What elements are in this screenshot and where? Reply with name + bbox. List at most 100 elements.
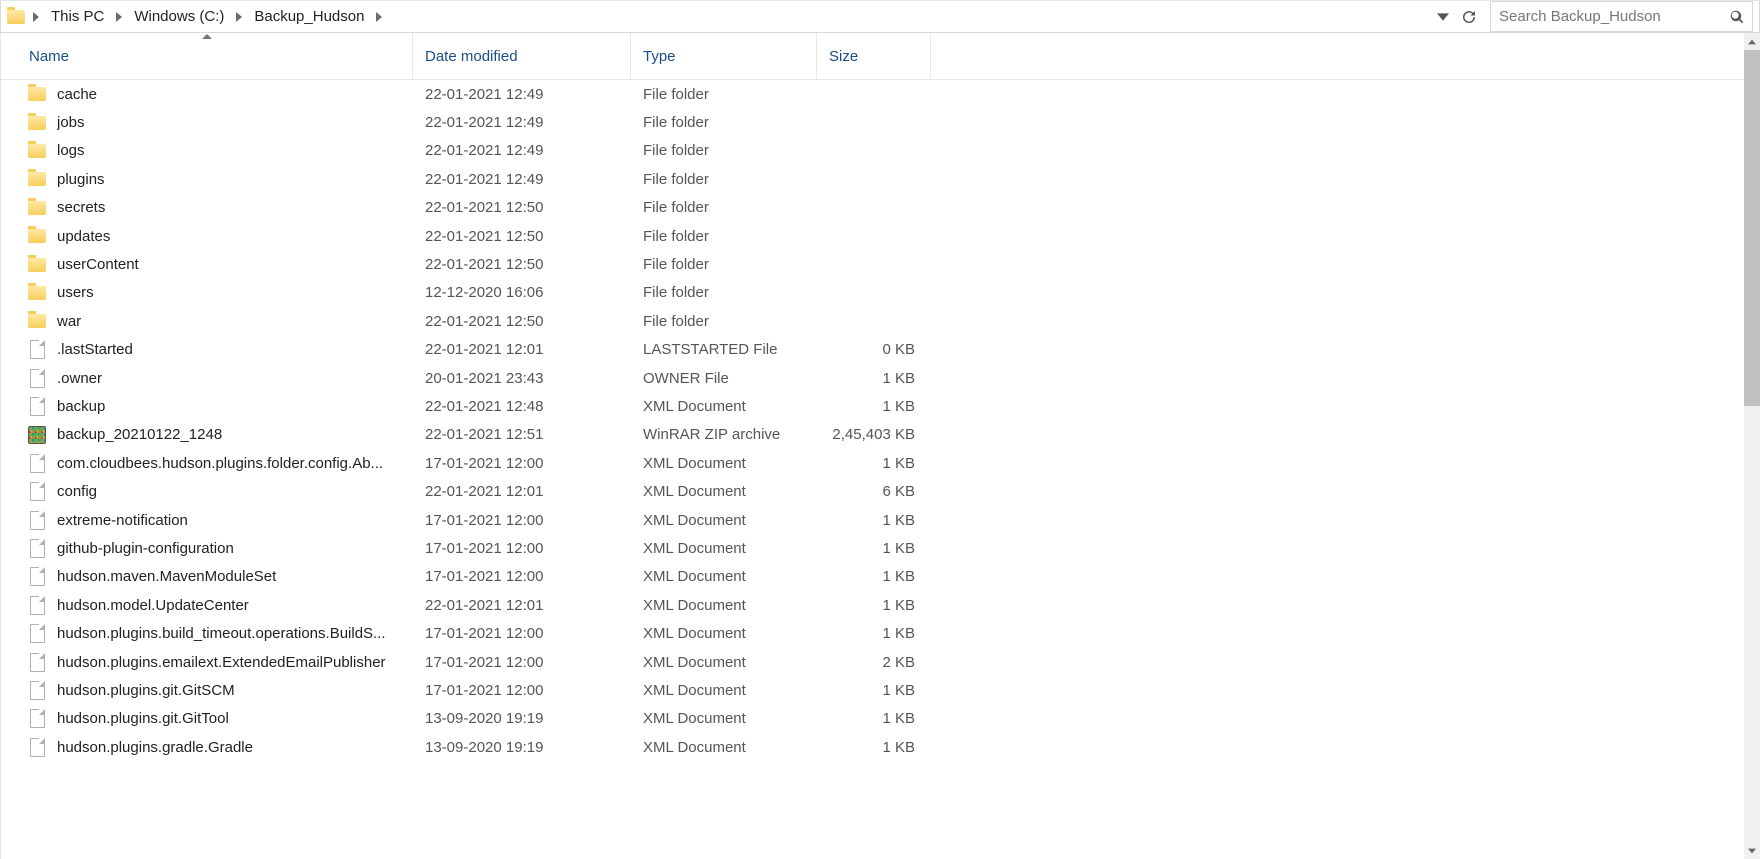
breadcrumb[interactable]: This PC Windows (C:) Backup_Hudson <box>1 1 1430 32</box>
file-date: 22-01-2021 12:49 <box>413 86 631 103</box>
file-type: File folder <box>631 86 817 103</box>
column-header-size[interactable]: Size <box>817 33 931 79</box>
file-type: File folder <box>631 114 817 131</box>
file-icon <box>27 567 47 587</box>
table-row[interactable]: backup_20210122_124822-01-2021 12:51WinR… <box>1 421 1744 449</box>
folder-icon <box>27 226 47 246</box>
file-type: XML Document <box>631 654 817 671</box>
search-placeholder: Search Backup_Hudson <box>1499 8 1730 25</box>
file-name: logs <box>57 142 85 159</box>
chevron-right-icon[interactable] <box>370 1 388 32</box>
file-size: 1 KB <box>817 597 931 614</box>
table-row[interactable]: hudson.plugins.git.GitSCM17-01-2021 12:0… <box>1 676 1744 704</box>
file-size: 1 KB <box>817 455 931 472</box>
file-date: 22-01-2021 12:01 <box>413 597 631 614</box>
file-name: secrets <box>57 199 105 216</box>
file-name: hudson.model.UpdateCenter <box>57 597 249 614</box>
scroll-down-button[interactable] <box>1744 842 1760 859</box>
chevron-right-icon[interactable] <box>230 1 248 32</box>
table-row[interactable]: cache22-01-2021 12:49File folder <box>1 80 1744 108</box>
file-type: XML Document <box>631 540 817 557</box>
file-type: XML Document <box>631 625 817 642</box>
vertical-scrollbar[interactable] <box>1744 33 1760 859</box>
file-size: 1 KB <box>817 625 931 642</box>
file-name: extreme-notification <box>57 512 188 529</box>
file-name: users <box>57 284 94 301</box>
column-header-date[interactable]: Date modified <box>413 33 631 79</box>
table-row[interactable]: hudson.plugins.emailext.ExtendedEmailPub… <box>1 648 1744 676</box>
chevron-right-icon[interactable] <box>110 1 128 32</box>
table-row[interactable]: com.cloudbees.hudson.plugins.folder.conf… <box>1 449 1744 477</box>
file-type: XML Document <box>631 739 817 756</box>
file-type: XML Document <box>631 483 817 500</box>
table-row[interactable]: .lastStarted22-01-2021 12:01LASTSTARTED … <box>1 336 1744 364</box>
table-row[interactable]: config22-01-2021 12:01XML Document6 KB <box>1 477 1744 505</box>
scroll-track[interactable] <box>1744 50 1760 842</box>
file-name: backup <box>57 398 105 415</box>
folder-icon <box>5 10 27 24</box>
folder-icon <box>27 84 47 104</box>
column-headers: Name Date modified Type Size <box>1 33 1744 80</box>
table-row[interactable]: .owner20-01-2021 23:43OWNER File1 KB <box>1 364 1744 392</box>
table-row[interactable]: github-plugin-configuration17-01-2021 12… <box>1 534 1744 562</box>
file-type: XML Document <box>631 512 817 529</box>
column-header-type[interactable]: Type <box>631 33 817 79</box>
file-icon <box>27 709 47 729</box>
file-type: File folder <box>631 313 817 330</box>
file-date: 17-01-2021 12:00 <box>413 512 631 529</box>
file-date: 17-01-2021 12:00 <box>413 682 631 699</box>
search-icon <box>1730 10 1744 24</box>
file-type: XML Document <box>631 568 817 585</box>
folder-icon <box>27 311 47 331</box>
file-date: 22-01-2021 12:49 <box>413 114 631 131</box>
file-icon <box>27 340 47 360</box>
table-row[interactable]: secrets22-01-2021 12:50File folder <box>1 194 1744 222</box>
table-row[interactable]: hudson.maven.MavenModuleSet17-01-2021 12… <box>1 563 1744 591</box>
scroll-thumb[interactable] <box>1744 50 1760 406</box>
file-icon <box>27 510 47 530</box>
history-dropdown-button[interactable] <box>1430 1 1456 32</box>
file-size: 1 KB <box>817 512 931 529</box>
folder-icon <box>27 255 47 275</box>
file-name: hudson.plugins.gradle.Gradle <box>57 739 253 756</box>
refresh-button[interactable] <box>1456 1 1482 32</box>
table-row[interactable]: userContent22-01-2021 12:50File folder <box>1 250 1744 278</box>
file-icon <box>27 737 47 757</box>
file-size: 1 KB <box>817 710 931 727</box>
scroll-up-button[interactable] <box>1744 33 1760 50</box>
table-row[interactable]: users12-12-2020 16:06File folder <box>1 279 1744 307</box>
file-date: 22-01-2021 12:01 <box>413 483 631 500</box>
column-header-name[interactable]: Name <box>1 33 413 79</box>
file-icon <box>27 453 47 473</box>
breadcrumb-item[interactable]: This PC <box>45 1 110 32</box>
table-row[interactable]: war22-01-2021 12:50File folder <box>1 307 1744 335</box>
table-row[interactable]: jobs22-01-2021 12:49File folder <box>1 108 1744 136</box>
folder-icon <box>27 141 47 161</box>
folder-icon <box>27 283 47 303</box>
file-date: 22-01-2021 12:48 <box>413 398 631 415</box>
table-row[interactable]: hudson.plugins.git.GitTool13-09-2020 19:… <box>1 705 1744 733</box>
table-row[interactable]: hudson.plugins.gradle.Gradle13-09-2020 1… <box>1 733 1744 761</box>
table-row[interactable]: backup22-01-2021 12:48XML Document1 KB <box>1 392 1744 420</box>
file-name: com.cloudbees.hudson.plugins.folder.conf… <box>57 455 383 472</box>
file-type: OWNER File <box>631 370 817 387</box>
table-row[interactable]: plugins22-01-2021 12:49File folder <box>1 165 1744 193</box>
file-type: WinRAR ZIP archive <box>631 426 817 443</box>
search-input[interactable]: Search Backup_Hudson <box>1490 1 1753 32</box>
file-date: 17-01-2021 12:00 <box>413 625 631 642</box>
file-size: 0 KB <box>817 341 931 358</box>
file-date: 17-01-2021 12:00 <box>413 654 631 671</box>
file-size: 1 KB <box>817 739 931 756</box>
breadcrumb-item[interactable]: Backup_Hudson <box>248 1 370 32</box>
file-date: 22-01-2021 12:49 <box>413 171 631 188</box>
table-row[interactable]: logs22-01-2021 12:49File folder <box>1 137 1744 165</box>
file-size: 2 KB <box>817 654 931 671</box>
file-icon <box>27 595 47 615</box>
table-row[interactable]: hudson.plugins.build_timeout.operations.… <box>1 619 1744 647</box>
table-row[interactable]: hudson.model.UpdateCenter 22-01-2021 12:0… <box>1 591 1744 619</box>
table-row[interactable]: extreme-notification 17-01-2021 12:00XML … <box>1 506 1744 534</box>
breadcrumb-item[interactable]: Windows (C:) <box>128 1 230 32</box>
table-row[interactable]: updates22-01-2021 12:50File folder <box>1 222 1744 250</box>
chevron-right-icon[interactable] <box>27 1 45 32</box>
file-date: 13-09-2020 19:19 <box>413 710 631 727</box>
